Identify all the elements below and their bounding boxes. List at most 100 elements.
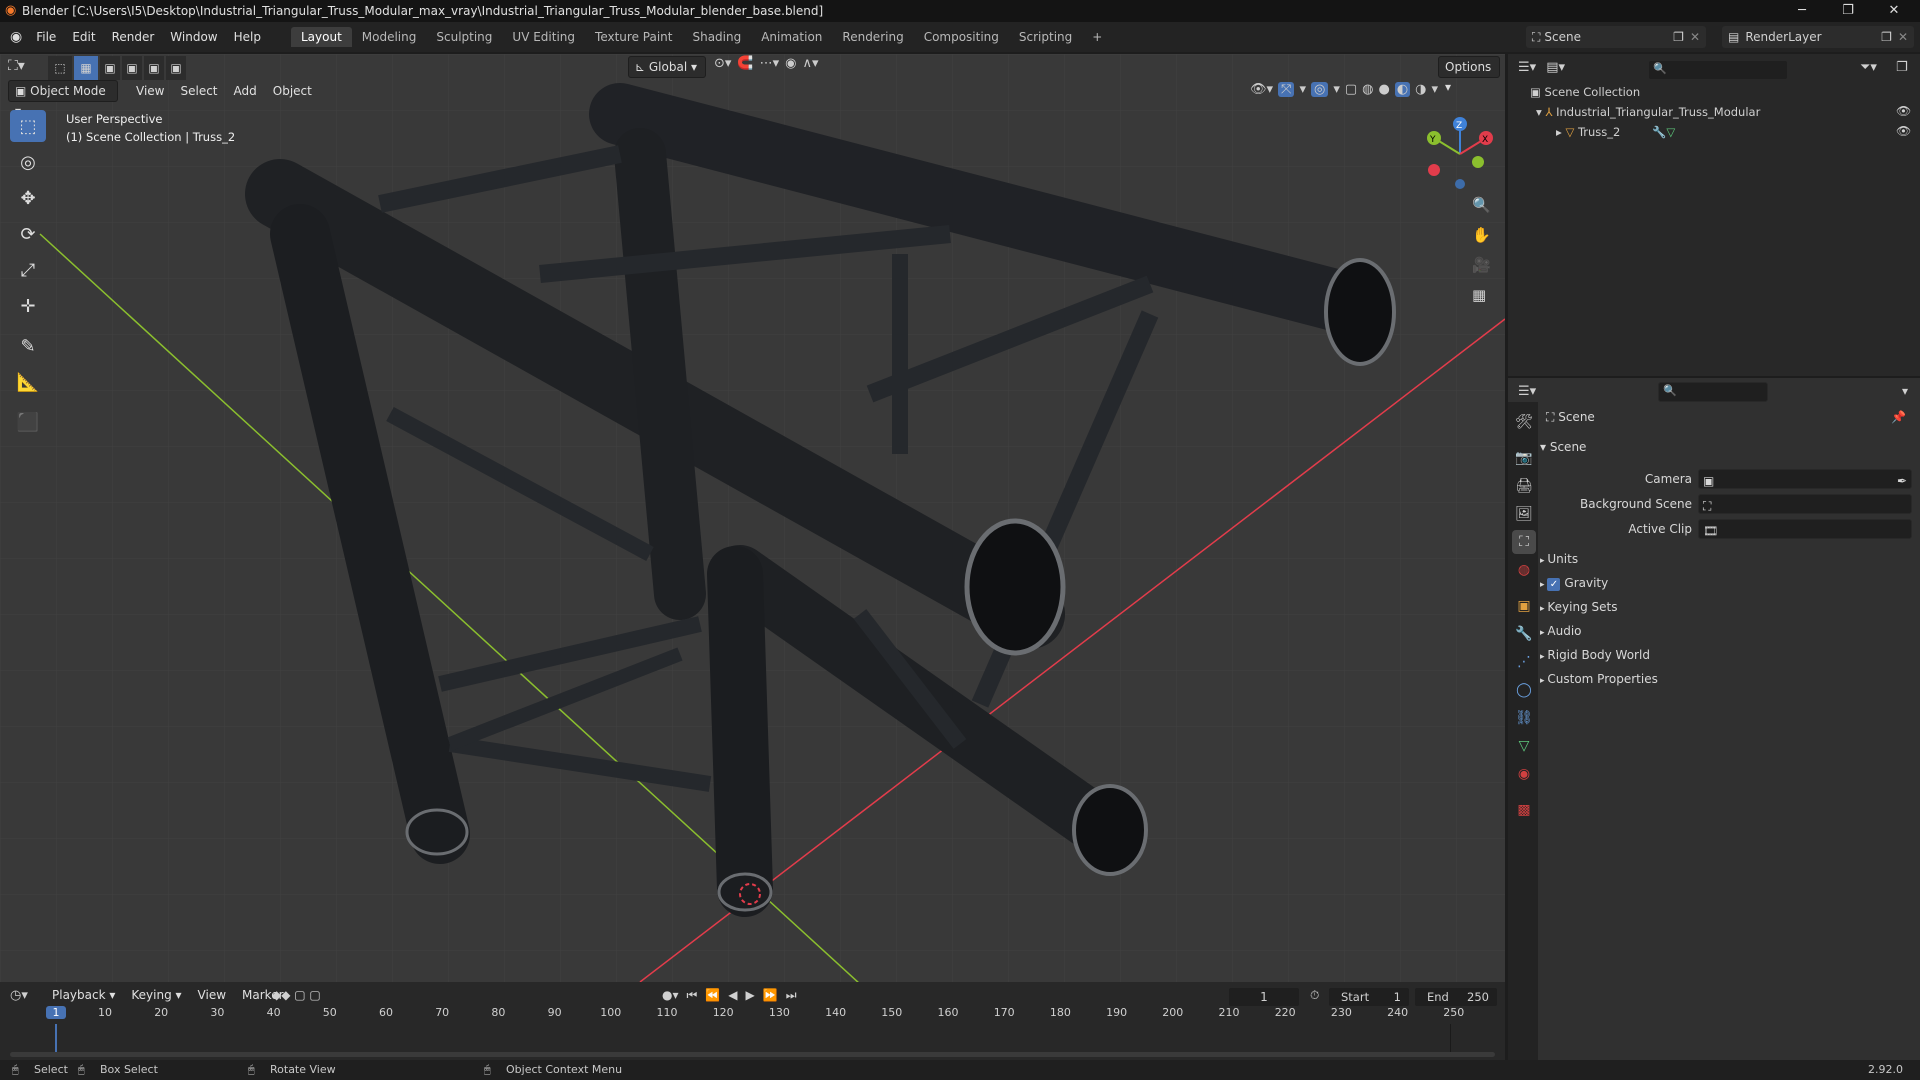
minimize-icon[interactable]: ─ (1780, 0, 1824, 22)
pan-hand-icon[interactable]: ✋ (1472, 226, 1491, 244)
data-tab-icon[interactable]: ▽ (1512, 734, 1536, 758)
end-frame-field[interactable]: End 250 (1414, 987, 1498, 1007)
material-shading-icon[interactable]: ◐ (1394, 82, 1411, 97)
properties-editor-icon[interactable]: ☰▾ (1518, 384, 1536, 399)
viewport-menu-add[interactable]: Add (226, 84, 265, 98)
add-cube-tool-button[interactable]: ⬛ (10, 406, 46, 438)
tweak-icon[interactable]: ⬚ (48, 56, 72, 80)
snap-icon[interactable]: 🧲 (737, 56, 753, 78)
play-icon[interactable]: ▶ (746, 988, 755, 1003)
mode-dropdown[interactable]: ▣ Object Mode ▾ (8, 80, 118, 118)
playback-controls[interactable]: ●▾ ⏮ ⏪ ◀ ▶ ⏩ ⏭ (662, 988, 797, 1003)
select-box-icon[interactable]: ▦ (74, 56, 98, 80)
transform-tool-button[interactable]: ✛ (10, 290, 46, 322)
visibility-icon[interactable]: 👁▾ (1250, 82, 1273, 97)
falloff-icon[interactable]: ∧▾ (802, 56, 818, 78)
tool-tab-icon[interactable]: 🛠 (1512, 410, 1536, 434)
transform-orientation-dropdown[interactable]: ⊾ Global ▾ (628, 56, 706, 78)
tab-compositing[interactable]: Compositing (914, 27, 1009, 47)
options-dropdown[interactable]: Options ▾ (1438, 56, 1500, 94)
gravity-panel-header[interactable]: ▸ ✓ Gravity (1536, 572, 1916, 594)
constraints-tab-icon[interactable]: ⛓ (1512, 706, 1536, 730)
outliner-editor-icon[interactable]: ☰▾ (1518, 60, 1536, 75)
pivot-point-icon[interactable]: ⊙▾ (714, 56, 731, 78)
record-icon[interactable]: ●▾ (662, 988, 679, 1003)
tab-texture-paint[interactable]: Texture Paint (585, 27, 682, 47)
modifier-tab-icon[interactable]: 🔧 (1512, 622, 1536, 646)
outliner-row-collection[interactable]: ▾ ⅄ Industrial_Triangular_Truss_Modular (1536, 102, 1760, 122)
xray-icon[interactable]: ▢ (1345, 82, 1357, 97)
jump-end-icon[interactable]: ⏭ (786, 988, 797, 1003)
chevron-down-icon[interactable]: ▾ (1902, 384, 1908, 398)
new-layer-icon[interactable]: ❐ (1881, 30, 1892, 44)
scene-name-field[interactable]: Scene (1544, 30, 1673, 44)
world-tab-icon[interactable]: ◍ (1512, 558, 1536, 582)
cursor-tool-button[interactable]: ◎ (10, 146, 46, 178)
tab-modeling[interactable]: Modeling (352, 27, 427, 47)
gizmo-toggle-icon[interactable]: ⤧ (1278, 82, 1295, 97)
menu-render[interactable]: Render (104, 30, 163, 44)
jump-keyframe-back-icon[interactable]: ⏪ (705, 988, 720, 1003)
close-icon[interactable]: ✕ (1872, 0, 1916, 22)
rigid-body-world-panel-header[interactable]: ▸ Rigid Body World (1536, 644, 1916, 666)
proportional-edit-icon[interactable]: ◉ (785, 56, 796, 78)
tab-sculpting[interactable]: Sculpting (426, 27, 502, 47)
overlay-toggle-icon[interactable]: ◎ (1310, 82, 1329, 97)
zoom-icon[interactable]: 🔍 (1472, 196, 1491, 214)
camera-view-icon[interactable]: 🎥 (1472, 256, 1491, 274)
blender-menu-icon[interactable]: ◉ (10, 29, 22, 45)
outliner-row-object[interactable]: ▸ ▽ Truss_2 🔧▽ (1556, 122, 1675, 142)
rendered-shading-icon[interactable]: ◑ (1415, 82, 1426, 97)
ortho-grid-icon[interactable]: ▦ (1472, 286, 1486, 304)
3d-viewport[interactable]: ⛶▾ ⬚ ▦ ▣ ▣ ▣ ▣ ⊾ Global ▾ ⊙▾ 🧲 ⋯▾ ◉ ∧▾ O… (0, 54, 1505, 982)
timeline-scrollbar[interactable] (10, 1052, 1495, 1057)
tab-rendering[interactable]: Rendering (832, 27, 913, 47)
custom-properties-panel-header[interactable]: ▸ Custom Properties (1536, 668, 1916, 690)
timeline-panel[interactable]: ◷▾ Playback ▾ Keying ▾ View Marker ◆◆ ▢ … (0, 982, 1505, 1060)
navigation-gizmo[interactable]: Z Y X (1420, 114, 1500, 194)
menu-help[interactable]: Help (226, 30, 269, 44)
tab-layout[interactable]: Layout (290, 27, 352, 47)
annotate-tool-button[interactable]: ✎ (10, 330, 46, 362)
timeline-editor-icon[interactable]: ◷▾ (10, 988, 28, 1003)
move-tool-button[interactable]: ✥ (10, 182, 46, 214)
start-frame-field[interactable]: Start 1 (1328, 987, 1410, 1007)
tab-shading[interactable]: Shading (682, 27, 751, 47)
chevron-down-icon[interactable]: ▾ (1432, 82, 1439, 97)
timeline-menu-keying[interactable]: Keying ▾ (123, 988, 189, 1002)
jump-keyframe-forward-icon[interactable]: ⏩ (763, 988, 778, 1003)
render-tab-icon[interactable]: 📷 (1512, 446, 1536, 470)
select-tool-button[interactable]: ⬚ (10, 110, 46, 142)
filter-icon[interactable]: ⏷▾ (1860, 60, 1877, 75)
select-mode-buttons[interactable]: ⬚ ▦ ▣ ▣ ▣ ▣ (48, 56, 186, 80)
eyedropper-icon[interactable]: ✒ (1897, 470, 1907, 492)
active-clip-field[interactable]: 🎞 (1698, 519, 1912, 539)
timeline-menu-view[interactable]: View (190, 988, 234, 1002)
viewport-menu-object[interactable]: Object (265, 84, 320, 98)
viewport-scene[interactable] (0, 54, 1505, 982)
particles-tab-icon[interactable]: ⋰ (1512, 650, 1536, 674)
new-collection-icon[interactable]: ❐ (1896, 60, 1908, 75)
playhead-line[interactable] (55, 1024, 57, 1052)
camera-field[interactable]: ▣ ✒ (1698, 469, 1912, 489)
current-frame-field[interactable]: 1 (1228, 987, 1300, 1007)
eye-icon[interactable]: 👁 (1896, 124, 1911, 138)
properties-search-input[interactable]: 🔍 (1658, 382, 1768, 402)
pin-icon[interactable]: 📌 (1891, 406, 1906, 428)
tab-scripting[interactable]: Scripting (1009, 27, 1082, 47)
units-panel-header[interactable]: ▸ Units (1536, 548, 1916, 570)
timeline-menu-playback[interactable]: Playback ▾ (44, 988, 123, 1002)
keying-sets-panel-header[interactable]: ▸ Keying Sets (1536, 596, 1916, 618)
scene-tab-icon[interactable]: ⛶ (1512, 530, 1536, 554)
output-tab-icon[interactable]: 🖨 (1512, 474, 1536, 498)
material-tab-icon[interactable]: ◉ (1512, 762, 1536, 786)
object-tab-icon[interactable]: ▣ (1512, 594, 1536, 618)
view-layer-tab-icon[interactable]: 🖼 (1512, 502, 1536, 526)
pivot-snap-controls[interactable]: ⊙▾ 🧲 ⋯▾ ◉ ∧▾ (714, 56, 819, 78)
physics-tab-icon[interactable]: ◯ (1512, 678, 1536, 702)
select-subtract-icon[interactable]: ▣ (122, 56, 142, 80)
select-invert-icon[interactable]: ▣ (144, 56, 164, 80)
tab-uv-editing[interactable]: UV Editing (502, 27, 585, 47)
render-layer-field[interactable]: RenderLayer (1745, 30, 1881, 44)
scale-tool-button[interactable]: ⤢ (10, 254, 46, 286)
